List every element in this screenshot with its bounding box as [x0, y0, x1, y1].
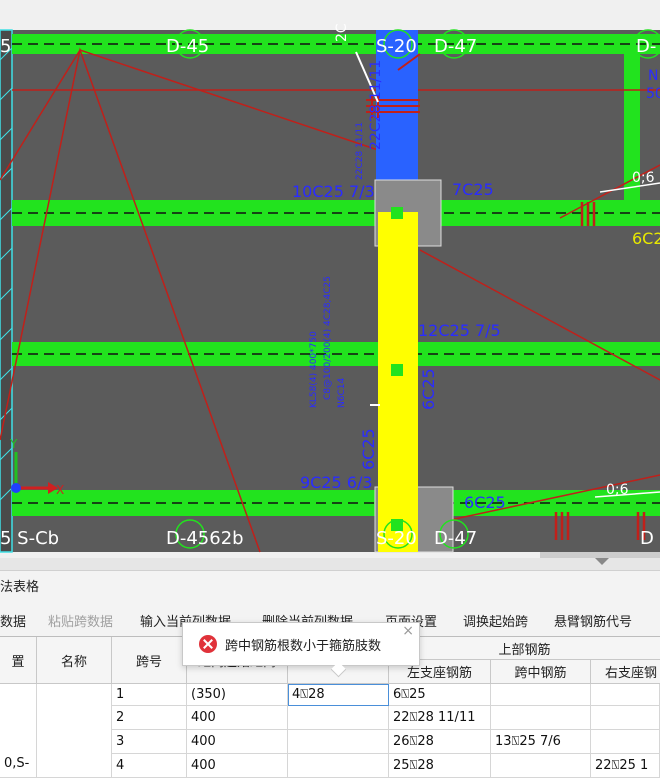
- beam-right-vertical: [624, 34, 640, 226]
- label-right-50: 50: [646, 86, 660, 102]
- cell-right-3[interactable]: [591, 730, 660, 754]
- label-axis-x: X: [56, 483, 64, 497]
- label-beam-bottom-d47: D-47: [434, 528, 477, 549]
- cell-col5-3[interactable]: [288, 730, 389, 754]
- label-right-6c2: 6C2: [632, 229, 660, 248]
- cell-mid-4[interactable]: [491, 754, 591, 778]
- cell-len-2[interactable]: 400: [187, 706, 288, 730]
- header-top-rebar-group: 上部钢筋: [389, 637, 660, 660]
- cell-right-2[interactable]: [591, 706, 660, 730]
- header-position[interactable]: 置: [0, 637, 37, 684]
- cad-drawing-canvas[interactable]: 5 D-45 S-20 D-47 D- 2C N 50 10C25 7/3 7C…: [0, 0, 660, 558]
- cell-col5-4[interactable]: [288, 754, 389, 778]
- label-rebar-6c25-vert: 6C25: [419, 368, 438, 410]
- label-beam-d47: D-47: [434, 36, 477, 57]
- label-beam-d45: D-45: [166, 36, 209, 57]
- column-yellow: [378, 212, 418, 552]
- label-top-2c: 2C: [334, 23, 350, 42]
- cell-left-2[interactable]: 22⍂28 11/11: [389, 706, 491, 730]
- cell-col5-1[interactable]: 4⍂28: [288, 684, 389, 706]
- cell-mid-3[interactable]: 13⍂25 7/6: [491, 730, 591, 754]
- toolbar-swap-start-span-button[interactable]: 调换起始跨: [463, 611, 528, 630]
- label-small-vert-1: KL58(4) 400*750: [309, 331, 319, 408]
- cell-left-1[interactable]: 6⍂25: [389, 684, 491, 706]
- label-rebar-7c25: 7C25: [452, 180, 494, 199]
- cell-span-2[interactable]: 2: [112, 706, 187, 730]
- header-name[interactable]: 名称: [37, 637, 112, 684]
- label-small-vert-3: N6C14: [337, 378, 347, 408]
- cell-span-4[interactable]: 4: [112, 754, 187, 778]
- label-beam-edge-top: 5: [0, 36, 11, 57]
- label-beam-bottom-right: D: [640, 528, 654, 549]
- cell-span-3[interactable]: 3: [112, 730, 187, 754]
- label-right-06-bottom: 0;6: [606, 482, 629, 498]
- close-icon[interactable]: ×: [402, 623, 414, 639]
- cell-span-1[interactable]: 1: [112, 684, 187, 706]
- label-axis-y: Y: [9, 437, 18, 451]
- label-right-n: N: [648, 68, 658, 84]
- label-rebar-22c28-vert: 22C28 11/11: [368, 60, 384, 150]
- cell-len-1[interactable]: (350): [187, 684, 288, 706]
- label-beam-bottom-s20: S-20: [376, 528, 417, 549]
- cell-right-1[interactable]: [591, 684, 660, 706]
- rebar-table-panel: 法表格 数据 粘贴跨数据 输入当前列数据 删除当前列数据 页面设置 调换起始跨 …: [0, 558, 660, 778]
- label-rebar-6c25-vert2: 6C25: [359, 428, 378, 470]
- header-mid-span[interactable]: 跨中钢筋: [491, 660, 591, 684]
- tooltip-message: 跨中钢筋根数小于箍筋肢数: [225, 639, 382, 654]
- label-small-vert-4: 22C28 11/11: [355, 122, 365, 180]
- label-beam-right: D-: [636, 36, 656, 57]
- cell-len-3[interactable]: 400: [187, 730, 288, 754]
- cell-left-4[interactable]: 25⍂28: [389, 754, 491, 778]
- cell-len-4[interactable]: 400: [187, 754, 288, 778]
- cell-left-3[interactable]: 26⍂28: [389, 730, 491, 754]
- label-rebar-10c25: 10C25 7/3: [292, 182, 375, 201]
- toolbar-cantilever-code-button[interactable]: 悬臂钢筋代号: [554, 611, 632, 630]
- error-icon: [199, 635, 217, 653]
- beam-drawing[interactable]: 5 D-45 S-20 D-47 D- 2C N 50 10C25 7/3 7C…: [0, 0, 660, 558]
- label-small-vert-2: C8@100/200(4) 4C28;4C25: [323, 276, 333, 400]
- cell-mid-1[interactable]: [491, 684, 591, 706]
- label-beam-bottom-d45: D-4562b: [166, 528, 244, 549]
- label-beam-bottom-scb: 5 S-Cb: [0, 528, 59, 549]
- header-right-support[interactable]: 右支座钢: [591, 660, 660, 684]
- cell-position[interactable]: 0,S-: [0, 684, 37, 778]
- cell-right-4[interactable]: 22⍂25 1: [591, 754, 660, 778]
- validation-tooltip: 跨中钢筋根数小于箍筋肢数 ×: [182, 622, 420, 678]
- label-rebar-9c25: 9C25 6/3: [300, 473, 373, 492]
- label-beam-s20: S-20: [376, 36, 417, 57]
- label-rebar-6c25-bottom: 6C25: [464, 493, 506, 512]
- cell-col5-2[interactable]: [288, 706, 389, 730]
- label-rebar-12c25: 12C25 7/5: [418, 321, 501, 340]
- cell-name[interactable]: [37, 684, 112, 778]
- panel-title: 法表格: [0, 580, 40, 595]
- cell-mid-2[interactable]: [491, 706, 591, 730]
- panel-splitter[interactable]: [0, 558, 660, 571]
- toolbar-copy-data-button[interactable]: 数据: [0, 611, 26, 630]
- grip-icon[interactable]: [595, 558, 609, 566]
- label-right-06-top: 0;6: [632, 170, 655, 186]
- header-span[interactable]: 跨号: [112, 637, 187, 684]
- toolbar-paste-span-button[interactable]: 粘贴跨数据: [48, 611, 113, 630]
